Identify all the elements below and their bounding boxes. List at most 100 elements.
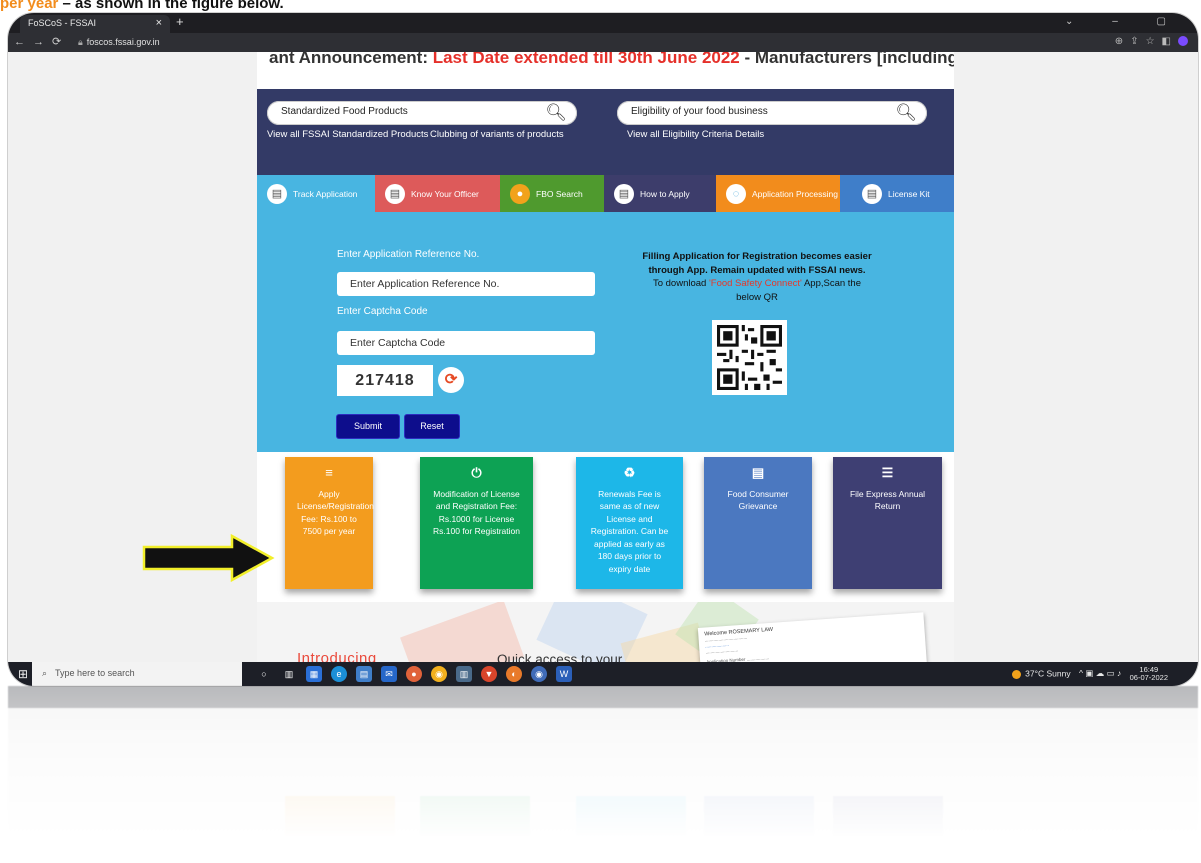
captcha-label: Enter Captcha Code bbox=[337, 306, 428, 317]
app-promo-prefix: To download bbox=[652, 278, 709, 289]
app-icon[interactable]: ▥ bbox=[456, 666, 472, 682]
annual-return-tile[interactable]: ☰ File Express Annual Return bbox=[833, 457, 942, 589]
tile-text: Modification of License and Registration… bbox=[433, 488, 520, 537]
bookmark-star-icon[interactable]: ☆ bbox=[1146, 36, 1162, 47]
mail-icon[interactable]: ✉ bbox=[381, 666, 397, 682]
recycle-icon: ♻ bbox=[623, 465, 636, 480]
browser-tab[interactable]: FoSCoS - FSSAI × bbox=[20, 15, 170, 33]
taskbar-apps: ○ ▥ ▦ e ▤ ✉ ● ◉ ▥ ▼ ◐ ◉ W bbox=[256, 666, 577, 682]
weather-text[interactable]: 37°C Sunny bbox=[1025, 668, 1070, 678]
list-icon: ≡ bbox=[325, 465, 333, 480]
firefox-icon[interactable]: ◐ bbox=[506, 666, 522, 682]
tile-text: File Express Annual Return bbox=[849, 488, 926, 512]
nav-buttons[interactable]: ←→⟳ bbox=[14, 35, 69, 48]
pointer-arrow-icon bbox=[142, 534, 275, 582]
tab-label: License Kit bbox=[888, 188, 930, 199]
apply-fee-tile[interactable]: ≡ Apply License/Registration Fee: Rs.100 … bbox=[285, 457, 375, 589]
app-name: 'Food Safety Connect' bbox=[708, 278, 802, 289]
url-text: foscos.fssai.gov.in bbox=[86, 37, 160, 47]
document-search-icon: ▤ bbox=[267, 183, 287, 204]
url-field[interactable]: 🔒︎ foscos.fssai.gov.in bbox=[78, 37, 160, 48]
qr-code bbox=[712, 320, 787, 395]
windows-taskbar: ⊞ ⌕ Type here to search ○ ▥ ▦ e ▤ ✉ ● ◉ ▥… bbox=[8, 662, 1198, 686]
brave-icon[interactable]: ▼ bbox=[481, 666, 497, 682]
widgets-icon[interactable]: ▦ bbox=[306, 666, 322, 682]
app-icon[interactable]: ● bbox=[406, 666, 422, 682]
clubbing-variants-link[interactable]: Clubbing of variants of products bbox=[430, 129, 564, 140]
tab-fbo-search[interactable]: ● FBO Search bbox=[500, 175, 604, 212]
license-kit-icon: ▤ bbox=[862, 183, 882, 204]
forward-icon[interactable]: → bbox=[33, 36, 52, 48]
consumer-grievance-tile[interactable]: ▤ Food Consumer Grievance bbox=[704, 457, 812, 589]
zoom-icon[interactable]: ⊕ bbox=[1115, 36, 1130, 47]
eligibility-search[interactable]: Eligibility of your food business 🔍︎ bbox=[617, 101, 927, 125]
caption-text: – as shown in the figure below. bbox=[58, 0, 284, 12]
captcha-placeholder: Enter Captcha Code bbox=[350, 337, 446, 349]
search-icon[interactable]: 🔍︎ bbox=[545, 101, 567, 125]
modification-fee-tile[interactable]: ⏻ Modification of License and Registratio… bbox=[420, 457, 533, 589]
tab-label: FBO Search bbox=[536, 188, 583, 199]
word-icon[interactable]: W bbox=[556, 666, 572, 682]
captcha-input[interactable]: Enter Captcha Code bbox=[337, 331, 595, 355]
renewals-fee-tile[interactable]: ♻ Renewals Fee is same as of new License … bbox=[576, 457, 683, 589]
announcement-deadline: Last Date extended till 30th June 2022 bbox=[432, 52, 740, 67]
qr-code-image bbox=[717, 325, 782, 390]
window-controls[interactable]: ⌄ – ▢ bbox=[1065, 16, 1184, 27]
feature-tabs: ▤ Track Application ▤ Know Your Officer ● F… bbox=[257, 175, 954, 212]
chrome-icon[interactable]: ◉ bbox=[431, 666, 447, 682]
new-tab-button[interactable]: + bbox=[176, 14, 184, 29]
windows-start-icon[interactable]: ⊞ bbox=[18, 667, 28, 681]
edge-icon[interactable]: e bbox=[331, 666, 347, 682]
stage: per year – as shown in the figure below.… bbox=[0, 0, 1201, 863]
tile-text: Apply License/Registration Fee: Rs.100 t… bbox=[297, 488, 375, 537]
share-icon[interactable]: ⇪ bbox=[1130, 36, 1145, 47]
tab-know-your-officer[interactable]: ▤ Know Your Officer bbox=[375, 175, 500, 212]
page-content: ant Announcement: Last Date extended til… bbox=[257, 52, 954, 662]
standardized-products-search[interactable]: Standardized Food Products 🔍︎ bbox=[267, 101, 577, 125]
lock-icon: 🔒︎ bbox=[78, 37, 83, 47]
web-page: ant Announcement: Last Date extended til… bbox=[8, 52, 1198, 662]
store-icon[interactable]: ▤ bbox=[356, 666, 372, 682]
sidepanel-icon[interactable]: ◧ bbox=[1162, 36, 1178, 47]
reference-placeholder: Enter Application Reference No. bbox=[350, 278, 500, 290]
back-icon[interactable]: ← bbox=[14, 36, 33, 48]
refresh-captcha-icon[interactable]: ⟳ bbox=[438, 367, 464, 393]
tab-track-application[interactable]: ▤ Track Application bbox=[257, 175, 375, 212]
tab-label: How to Apply bbox=[640, 188, 690, 199]
processing-icon: ◌ bbox=[726, 183, 746, 204]
profile-avatar[interactable] bbox=[1178, 36, 1188, 47]
announcement-marquee[interactable]: ant Announcement: Last Date extended til… bbox=[257, 52, 954, 74]
tile-text: Food Consumer Grievance bbox=[727, 488, 789, 512]
taskbar-search-placeholder: Type here to search bbox=[55, 668, 135, 678]
track-application-panel: Enter Application Reference No. Enter Ap… bbox=[257, 212, 954, 452]
tray-icons[interactable]: ^ ▣ ☁ ▭ ♪ bbox=[1079, 668, 1121, 678]
taskbar-search[interactable]: ⌕ Type here to search bbox=[32, 662, 242, 686]
search-band: Standardized Food Products 🔍︎ View all FS… bbox=[257, 89, 954, 175]
reset-button[interactable]: Reset bbox=[405, 415, 459, 438]
tab-label: Know Your Officer bbox=[411, 188, 479, 199]
app-promo-headline: Filling Application for Registration bec… bbox=[642, 251, 872, 276]
introducing-section: Introducing Quick access to your Welcome… bbox=[257, 602, 954, 662]
submit-button[interactable]: Submit bbox=[337, 415, 399, 438]
search-icon[interactable]: 🔍︎ bbox=[895, 101, 917, 125]
reload-icon[interactable]: ⟳ bbox=[52, 36, 69, 48]
tab-license-kit[interactable]: ▤ License Kit bbox=[840, 175, 954, 212]
how-to-apply-icon: ▤ bbox=[614, 183, 634, 204]
reflection-fade bbox=[8, 686, 1198, 863]
document-caption: per year – as shown in the figure below. bbox=[0, 0, 284, 12]
tab-label: Application Processing bbox=[752, 188, 838, 199]
clock[interactable]: 16:49 06-07-2022 bbox=[1130, 666, 1168, 682]
task-view-icon[interactable]: ▥ bbox=[281, 666, 297, 682]
system-tray: 37°C Sunny ^ ▣ ☁ ▭ ♪ 16:49 06-07-2022 bbox=[1012, 666, 1168, 682]
chrome-active-icon[interactable]: ◉ bbox=[531, 666, 547, 682]
cortana-icon[interactable]: ○ bbox=[256, 666, 272, 682]
tab-close-icon[interactable]: × bbox=[156, 17, 162, 29]
view-standardized-products-link[interactable]: View all FSSAI Standardized Products bbox=[267, 129, 428, 140]
tab-how-to-apply[interactable]: ▤ How to Apply bbox=[604, 175, 716, 212]
announcement-prefix: ant Announcement: bbox=[269, 52, 433, 67]
plug-icon: ⏻ bbox=[471, 465, 482, 480]
view-eligibility-link[interactable]: View all Eligibility Criteria Details bbox=[627, 129, 764, 140]
tab-application-processing[interactable]: ◌ Application Processing bbox=[716, 175, 840, 212]
announcement-suffix: - Manufacturers [including Repackers an bbox=[744, 52, 954, 67]
reference-number-input[interactable]: Enter Application Reference No. bbox=[337, 272, 595, 296]
